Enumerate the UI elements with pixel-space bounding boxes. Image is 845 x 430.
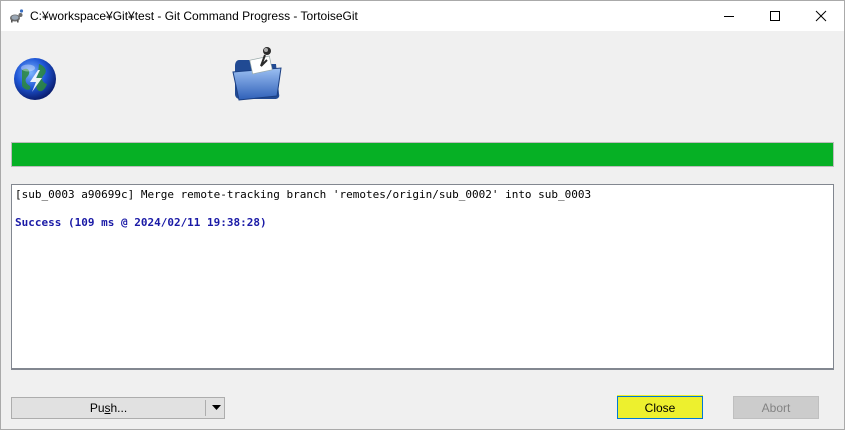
window-title: C:¥workspace¥Git¥test - Git Command Prog… [30,9,358,23]
maximize-icon [770,11,780,21]
minimize-icon [724,16,734,17]
chevron-down-icon [212,405,221,410]
split-separator [205,400,206,416]
push-button-label[interactable]: Pu s h... [12,398,205,418]
output-log[interactable]: [sub_0003 a90699c] Merge remote-tracking… [11,184,834,370]
push-label-post: h... [110,401,128,415]
progress-fill [12,143,833,166]
maximize-button[interactable] [752,1,798,31]
title-bar[interactable]: C:¥workspace¥Git¥test - Git Command Prog… [1,1,844,31]
abort-button: Abort [733,396,819,419]
close-icon [815,10,827,22]
abort-button-label: Abort [761,400,791,415]
push-label-pre: Pu [89,401,105,415]
window-close-button[interactable] [798,1,844,31]
log-line: [sub_0003 a90699c] Merge remote-tracking… [15,188,592,201]
git-progress-window: C:¥workspace¥Git¥test - Git Command Prog… [0,0,845,430]
push-button[interactable]: Pu s h... [11,397,225,419]
push-dropdown-arrow[interactable] [209,398,224,418]
globe-icon [14,58,56,100]
minimize-button[interactable] [706,1,752,31]
status-message: Success (109 ms @ 2024/02/11 19:38:28) [15,216,267,229]
tortoisegit-icon[interactable] [8,8,24,24]
folder-icon [232,47,282,101]
close-button-label: Close [644,400,676,415]
progress-bar [11,142,834,167]
close-button[interactable]: Close [617,396,703,419]
